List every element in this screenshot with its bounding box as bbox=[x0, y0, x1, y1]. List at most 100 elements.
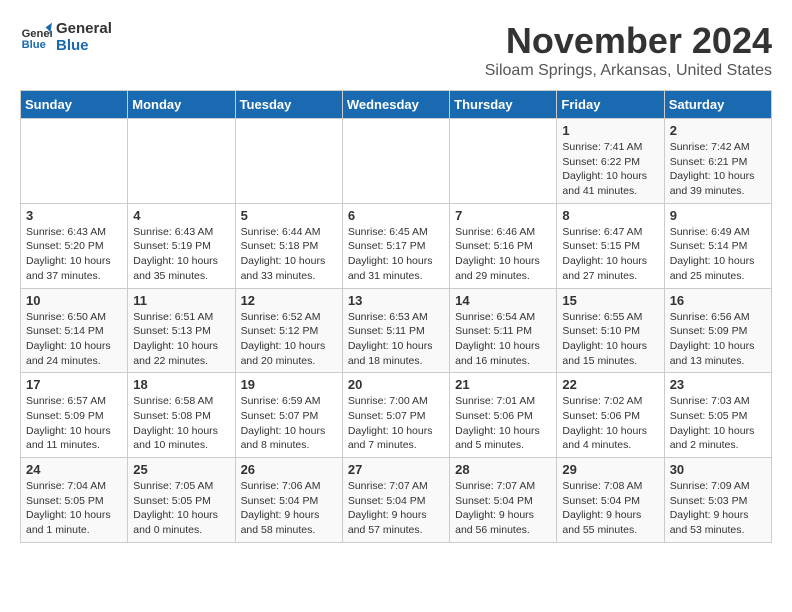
calendar-cell: 25Sunrise: 7:05 AM Sunset: 5:05 PM Dayli… bbox=[128, 458, 235, 543]
calendar-week-3: 10 Sunrise: 6:50 AM Sunset: 5:14 PM Dayli… bbox=[21, 288, 772, 373]
day-info: Sunrise: 6:54 AM Sunset: 5:11 PM Dayligh… bbox=[455, 310, 551, 369]
day-number: 27 bbox=[348, 462, 444, 477]
day-number: 11 bbox=[133, 293, 229, 308]
day-number: 15 bbox=[562, 293, 658, 308]
day-info: Sunrise: 6:53 AM Sunset: 5:11 PM Dayligh… bbox=[348, 310, 444, 369]
day-number: 5 bbox=[241, 208, 337, 223]
day-info: Sunrise: 7:03 AM Sunset: 5:05 PM Dayligh… bbox=[670, 394, 766, 453]
calendar-cell: 1 Sunrise: 7:41 AM Sunset: 6:22 PM Daylig… bbox=[557, 119, 664, 204]
day-number: 13 bbox=[348, 293, 444, 308]
day-number: 8 bbox=[562, 208, 658, 223]
calendar-header: Sunday Monday Tuesday Wednesday Thursday… bbox=[21, 91, 772, 119]
calendar-cell: 12Sunrise: 6:52 AM Sunset: 5:12 PM Dayli… bbox=[235, 288, 342, 373]
day-info: Sunrise: 6:58 AM Sunset: 5:08 PM Dayligh… bbox=[133, 394, 229, 453]
day-info: Sunrise: 6:45 AM Sunset: 5:17 PM Dayligh… bbox=[348, 225, 444, 284]
calendar-week-1: 1 Sunrise: 7:41 AM Sunset: 6:22 PM Daylig… bbox=[21, 119, 772, 204]
calendar-body: 1 Sunrise: 7:41 AM Sunset: 6:22 PM Daylig… bbox=[21, 119, 772, 543]
calendar-cell: 9 Sunrise: 6:49 AM Sunset: 5:14 PM Daylig… bbox=[664, 203, 771, 288]
calendar-cell: 24 Sunrise: 7:04 AM Sunset: 5:05 PM Dayli… bbox=[21, 458, 128, 543]
day-number: 24 bbox=[26, 462, 122, 477]
calendar-cell: 5 Sunrise: 6:44 AM Sunset: 5:18 PM Daylig… bbox=[235, 203, 342, 288]
day-info: Sunrise: 6:44 AM Sunset: 5:18 PM Dayligh… bbox=[241, 225, 337, 284]
calendar-cell: 23 Sunrise: 7:03 AM Sunset: 5:05 PM Dayli… bbox=[664, 373, 771, 458]
day-info: Sunrise: 7:06 AM Sunset: 5:04 PM Dayligh… bbox=[241, 479, 337, 538]
day-number: 9 bbox=[670, 208, 766, 223]
month-title: November 2024 bbox=[485, 20, 772, 62]
day-number: 10 bbox=[26, 293, 122, 308]
col-wednesday: Wednesday bbox=[342, 91, 449, 119]
day-info: Sunrise: 6:43 AM Sunset: 5:19 PM Dayligh… bbox=[133, 225, 229, 284]
calendar-week-2: 3 Sunrise: 6:43 AM Sunset: 5:20 PM Daylig… bbox=[21, 203, 772, 288]
calendar-cell: 4 Sunrise: 6:43 AM Sunset: 5:19 PM Daylig… bbox=[128, 203, 235, 288]
calendar-cell: 7Sunrise: 6:46 AM Sunset: 5:16 PM Daylig… bbox=[450, 203, 557, 288]
col-saturday: Saturday bbox=[664, 91, 771, 119]
day-number: 23 bbox=[670, 377, 766, 392]
day-info: Sunrise: 6:51 AM Sunset: 5:13 PM Dayligh… bbox=[133, 310, 229, 369]
day-number: 19 bbox=[241, 377, 337, 392]
day-info: Sunrise: 6:50 AM Sunset: 5:14 PM Dayligh… bbox=[26, 310, 122, 369]
calendar-cell bbox=[128, 119, 235, 204]
calendar-cell: 14 Sunrise: 6:54 AM Sunset: 5:11 PM Dayli… bbox=[450, 288, 557, 373]
calendar-cell: 16Sunrise: 6:56 AM Sunset: 5:09 PM Dayli… bbox=[664, 288, 771, 373]
day-info: Sunrise: 6:56 AM Sunset: 5:09 PM Dayligh… bbox=[670, 310, 766, 369]
day-number: 6 bbox=[348, 208, 444, 223]
calendar-cell: 3 Sunrise: 6:43 AM Sunset: 5:20 PM Daylig… bbox=[21, 203, 128, 288]
col-friday: Friday bbox=[557, 91, 664, 119]
svg-text:General: General bbox=[22, 28, 52, 40]
day-number: 21 bbox=[455, 377, 551, 392]
day-info: Sunrise: 6:43 AM Sunset: 5:20 PM Dayligh… bbox=[26, 225, 122, 284]
day-number: 3 bbox=[26, 208, 122, 223]
calendar-cell: 17 Sunrise: 6:57 AM Sunset: 5:09 PM Dayli… bbox=[21, 373, 128, 458]
day-info: Sunrise: 7:00 AM Sunset: 5:07 PM Dayligh… bbox=[348, 394, 444, 453]
calendar-cell: 30 Sunrise: 7:09 AM Sunset: 5:03 PM Dayli… bbox=[664, 458, 771, 543]
title-area: November 2024 Siloam Springs, Arkansas, … bbox=[485, 20, 772, 80]
day-number: 25 bbox=[133, 462, 229, 477]
calendar-cell: 11 Sunrise: 6:51 AM Sunset: 5:13 PM Dayli… bbox=[128, 288, 235, 373]
day-number: 2 bbox=[670, 123, 766, 138]
col-sunday: Sunday bbox=[21, 91, 128, 119]
header-row: Sunday Monday Tuesday Wednesday Thursday… bbox=[21, 91, 772, 119]
day-number: 17 bbox=[26, 377, 122, 392]
calendar-cell: 10 Sunrise: 6:50 AM Sunset: 5:14 PM Dayli… bbox=[21, 288, 128, 373]
col-thursday: Thursday bbox=[450, 91, 557, 119]
day-number: 28 bbox=[455, 462, 551, 477]
calendar-cell: 21 Sunrise: 7:01 AM Sunset: 5:06 PM Dayli… bbox=[450, 373, 557, 458]
calendar-cell: 6 Sunrise: 6:45 AM Sunset: 5:17 PM Daylig… bbox=[342, 203, 449, 288]
day-info: Sunrise: 7:09 AM Sunset: 5:03 PM Dayligh… bbox=[670, 479, 766, 538]
day-info: Sunrise: 7:01 AM Sunset: 5:06 PM Dayligh… bbox=[455, 394, 551, 453]
day-info: Sunrise: 7:08 AM Sunset: 5:04 PM Dayligh… bbox=[562, 479, 658, 538]
day-info: Sunrise: 6:55 AM Sunset: 5:10 PM Dayligh… bbox=[562, 310, 658, 369]
day-number: 1 bbox=[562, 123, 658, 138]
logo-icon: General Blue bbox=[20, 21, 52, 53]
col-tuesday: Tuesday bbox=[235, 91, 342, 119]
calendar-cell bbox=[342, 119, 449, 204]
day-number: 20 bbox=[348, 377, 444, 392]
day-info: Sunrise: 7:41 AM Sunset: 6:22 PM Dayligh… bbox=[562, 140, 658, 199]
day-number: 30 bbox=[670, 462, 766, 477]
calendar-cell: 18Sunrise: 6:58 AM Sunset: 5:08 PM Dayli… bbox=[128, 373, 235, 458]
day-number: 14 bbox=[455, 293, 551, 308]
calendar-cell: 28Sunrise: 7:07 AM Sunset: 5:04 PM Dayli… bbox=[450, 458, 557, 543]
calendar-cell bbox=[235, 119, 342, 204]
day-info: Sunrise: 7:02 AM Sunset: 5:06 PM Dayligh… bbox=[562, 394, 658, 453]
day-info: Sunrise: 7:04 AM Sunset: 5:05 PM Dayligh… bbox=[26, 479, 122, 538]
day-info: Sunrise: 6:59 AM Sunset: 5:07 PM Dayligh… bbox=[241, 394, 337, 453]
calendar-cell: 22 Sunrise: 7:02 AM Sunset: 5:06 PM Dayli… bbox=[557, 373, 664, 458]
day-info: Sunrise: 6:57 AM Sunset: 5:09 PM Dayligh… bbox=[26, 394, 122, 453]
day-number: 29 bbox=[562, 462, 658, 477]
calendar-week-5: 24 Sunrise: 7:04 AM Sunset: 5:05 PM Dayli… bbox=[21, 458, 772, 543]
day-info: Sunrise: 7:42 AM Sunset: 6:21 PM Dayligh… bbox=[670, 140, 766, 199]
day-number: 4 bbox=[133, 208, 229, 223]
calendar-cell bbox=[21, 119, 128, 204]
day-info: Sunrise: 6:52 AM Sunset: 5:12 PM Dayligh… bbox=[241, 310, 337, 369]
day-number: 22 bbox=[562, 377, 658, 392]
col-monday: Monday bbox=[128, 91, 235, 119]
day-number: 7 bbox=[455, 208, 551, 223]
calendar-table: Sunday Monday Tuesday Wednesday Thursday… bbox=[20, 90, 772, 543]
calendar-cell: 26Sunrise: 7:06 AM Sunset: 5:04 PM Dayli… bbox=[235, 458, 342, 543]
calendar-cell: 13 Sunrise: 6:53 AM Sunset: 5:11 PM Dayli… bbox=[342, 288, 449, 373]
calendar-cell: 27 Sunrise: 7:07 AM Sunset: 5:04 PM Dayli… bbox=[342, 458, 449, 543]
calendar-cell: 29 Sunrise: 7:08 AM Sunset: 5:04 PM Dayli… bbox=[557, 458, 664, 543]
day-info: Sunrise: 7:07 AM Sunset: 5:04 PM Dayligh… bbox=[348, 479, 444, 538]
day-info: Sunrise: 6:49 AM Sunset: 5:14 PM Dayligh… bbox=[670, 225, 766, 284]
